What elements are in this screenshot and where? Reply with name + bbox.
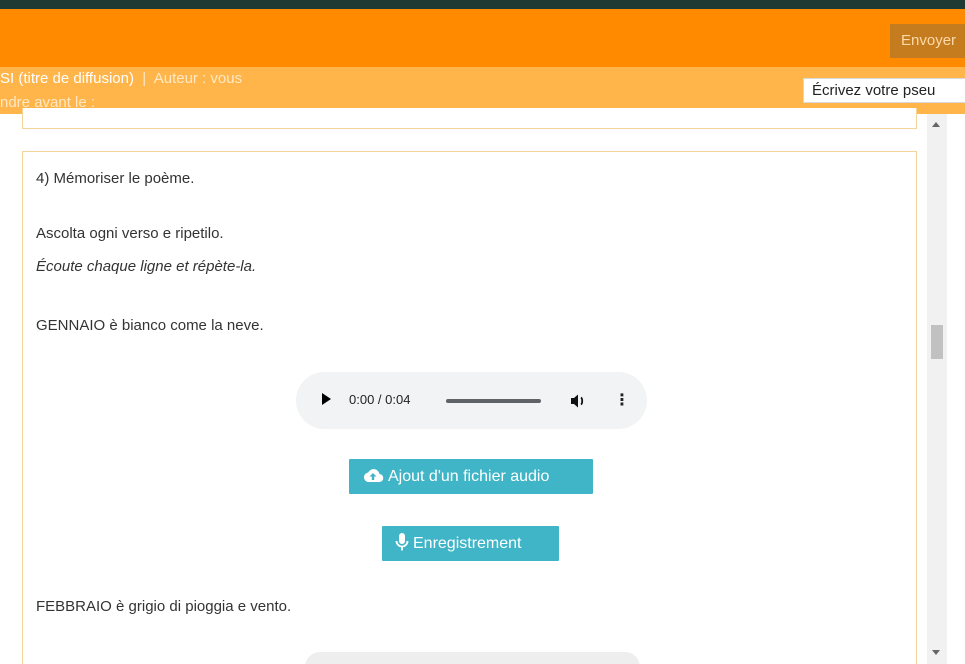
scrollbar-thumb[interactable] — [931, 325, 943, 359]
top-toolbar — [0, 9, 965, 67]
scroll-up-icon[interactable] — [932, 122, 940, 127]
scroll-down-icon[interactable] — [932, 650, 940, 655]
verse-february: FEBBRAIO è grigio di pioggia e vento. — [36, 598, 292, 615]
title-text: SI (titre de diffusion) — [0, 70, 134, 87]
audio-time: 0:00 / 0:04 — [349, 392, 411, 407]
upload-audio-button[interactable]: Ajout d'un fichier audio — [349, 459, 593, 494]
title-separator: | — [142, 70, 147, 87]
more-vertical-icon[interactable]: ⋮ — [614, 391, 630, 411]
audio-player[interactable]: 0:00 / 0:04 ⋮ — [296, 372, 647, 429]
record-label: Enregistrement — [413, 535, 522, 552]
cloud-upload-icon — [363, 468, 384, 482]
record-button[interactable]: Enregistrement — [382, 526, 559, 561]
previous-section-box — [22, 108, 917, 129]
broadcast-title: SI (titre de diffusion) | Auteur : vous — [0, 70, 242, 87]
microphone-icon — [395, 532, 409, 551]
play-icon[interactable] — [322, 393, 331, 405]
scrollbar[interactable] — [927, 114, 947, 664]
verse-january: GENNAIO è bianco come la neve. — [36, 317, 264, 334]
upload-audio-label: Ajout d'un fichier audio — [388, 468, 550, 485]
exercise-heading: 4) Mémoriser le poème. — [36, 170, 195, 187]
author-label: Auteur : vous — [153, 70, 243, 87]
volume-icon[interactable] — [568, 391, 588, 411]
pseudo-input[interactable]: Écrivez votre pseu — [803, 78, 965, 103]
audio-progress-slider[interactable] — [446, 399, 541, 403]
send-button[interactable]: Envoyer — [890, 24, 965, 58]
instruction-italian: Ascolta ogni verso e ripetilo. — [36, 225, 224, 242]
window-top-edge — [0, 0, 965, 9]
audio-player-2[interactable] — [305, 652, 640, 664]
instruction-french: Écoute chaque ligne et répète-la. — [36, 258, 257, 275]
